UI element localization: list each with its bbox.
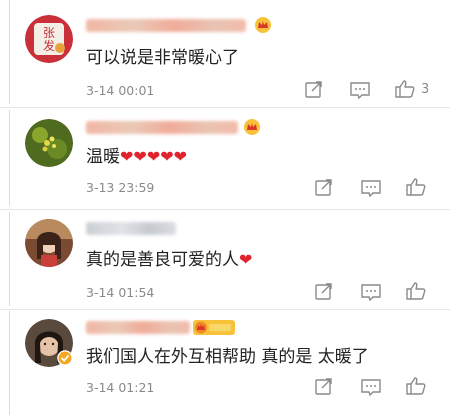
heart-emoji: ❤❤❤❤❤ xyxy=(120,147,188,166)
comment-text-body: 温暖 xyxy=(86,147,120,167)
comment-text: 可以说是非常暖心了 xyxy=(86,48,239,68)
comment-time: 3-14 01:21 xyxy=(86,380,155,395)
comment-text: 我们国人在外互相帮助 真的是 太暖了 xyxy=(86,347,369,367)
avatar[interactable] xyxy=(25,219,73,267)
crown-badge-icon xyxy=(254,16,272,34)
svg-text:张: 张 xyxy=(43,26,55,40)
thumbs-up-icon[interactable] xyxy=(405,177,427,197)
comment-text: 真的是善良可爱的人❤ xyxy=(86,249,252,271)
svg-text:发: 发 xyxy=(43,38,55,53)
username-blurred[interactable] xyxy=(86,222,176,235)
avatar[interactable]: 张 发 xyxy=(25,15,73,63)
username-blurred[interactable] xyxy=(86,19,246,32)
verified-badge-icon xyxy=(57,350,73,366)
share-icon[interactable] xyxy=(313,178,335,198)
username-blurred[interactable] xyxy=(86,121,238,134)
comment-text-body: 真的是善良可爱的人 xyxy=(86,250,239,270)
comment-item: 真的是善良可爱的人❤ 3-14 01:54 xyxy=(0,210,450,310)
comment-item: 温暖❤❤❤❤❤ 3-13 23:59 xyxy=(0,108,450,210)
thumbs-up-icon[interactable] xyxy=(394,79,416,99)
comment-time: 3-13 23:59 xyxy=(86,180,155,195)
comment-icon[interactable] xyxy=(360,178,382,198)
vip-badge-icon xyxy=(193,319,235,336)
thumbs-up-icon[interactable] xyxy=(405,376,427,396)
avatar[interactable] xyxy=(25,119,73,167)
comment-icon[interactable] xyxy=(360,282,382,302)
share-icon[interactable] xyxy=(303,80,325,100)
thumbs-up-icon[interactable] xyxy=(405,281,427,301)
share-icon[interactable] xyxy=(313,282,335,302)
like-count: 3 xyxy=(421,82,430,97)
share-icon[interactable] xyxy=(313,377,335,397)
comment-time: 3-14 01:54 xyxy=(86,285,155,300)
comment-time: 3-14 00:01 xyxy=(86,83,155,98)
heart-emoji: ❤ xyxy=(239,250,253,269)
comment-text: 温暖❤❤❤❤❤ xyxy=(86,146,187,168)
comment-item: 我们国人在外互相帮助 真的是 太暖了 3-14 01:21 xyxy=(0,310,450,415)
crown-badge-icon xyxy=(243,118,261,136)
comment-item: 张 发 可以说是非常暖心了 3-14 00:01 3 xyxy=(0,0,450,108)
username-blurred[interactable] xyxy=(86,321,190,334)
comment-icon[interactable] xyxy=(360,377,382,397)
comment-icon[interactable] xyxy=(349,80,371,100)
